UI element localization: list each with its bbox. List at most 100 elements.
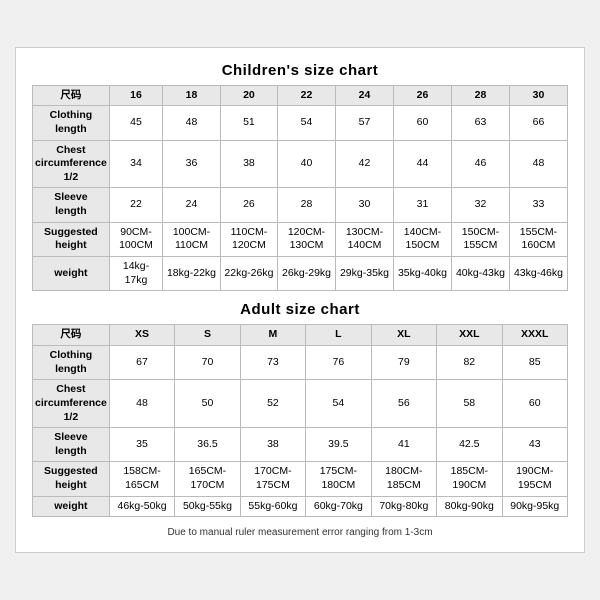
cell-0-2: 51 — [220, 106, 277, 140]
header-cell-1: XS — [109, 325, 174, 346]
row-label-1: Chest circumference 1/2 — [33, 380, 110, 428]
cell-4-2: 55kg-60kg — [240, 496, 305, 517]
cell-4-5: 80kg-90kg — [437, 496, 502, 517]
cell-4-3: 26kg-29kg — [278, 257, 336, 291]
header-cell-2: 18 — [163, 85, 221, 106]
cell-1-7: 48 — [509, 140, 567, 188]
cell-0-1: 48 — [163, 106, 221, 140]
cell-4-7: 43kg-46kg — [509, 257, 567, 291]
cell-2-1: 24 — [163, 188, 221, 222]
cell-0-6: 85 — [502, 345, 567, 379]
cell-1-4: 42 — [336, 140, 394, 188]
cell-1-1: 36 — [163, 140, 221, 188]
cell-1-0: 48 — [109, 380, 174, 428]
table-row: weight14kg-17kg18kg-22kg22kg-26kg26kg-29… — [33, 257, 568, 291]
cell-4-6: 90kg-95kg — [502, 496, 567, 517]
cell-4-5: 35kg-40kg — [393, 257, 451, 291]
cell-3-2: 110CM-120CM — [220, 222, 277, 256]
cell-2-1: 36.5 — [175, 428, 240, 462]
cell-1-6: 46 — [451, 140, 509, 188]
cell-0-2: 73 — [240, 345, 305, 379]
row-label-4: weight — [33, 257, 110, 291]
cell-2-0: 22 — [109, 188, 162, 222]
cell-2-7: 33 — [509, 188, 567, 222]
cell-3-0: 158CM-165CM — [109, 462, 174, 496]
header-cell-8: 30 — [509, 85, 567, 106]
cell-3-0: 90CM-100CM — [109, 222, 162, 256]
header-cell-3: 20 — [220, 85, 277, 106]
cell-2-3: 39.5 — [306, 428, 371, 462]
header-cell-7: XXXL — [502, 325, 567, 346]
adult-chart-title: Adult size chart — [32, 301, 568, 318]
cell-2-2: 26 — [220, 188, 277, 222]
cell-2-3: 28 — [278, 188, 336, 222]
children-table: 尺码1618202224262830 Clothing length454851… — [32, 85, 568, 292]
cell-2-5: 42.5 — [437, 428, 502, 462]
cell-4-0: 46kg-50kg — [109, 496, 174, 517]
table-row: Sleeve length3536.53839.54142.543 — [33, 428, 568, 462]
cell-4-6: 40kg-43kg — [451, 257, 509, 291]
header-cell-0: 尺码 — [33, 85, 110, 106]
cell-0-6: 63 — [451, 106, 509, 140]
size-chart-container: Children's size chart 尺码1618202224262830… — [15, 47, 585, 554]
children-chart-title: Children's size chart — [32, 62, 568, 79]
cell-4-3: 60kg-70kg — [306, 496, 371, 517]
row-label-3: Suggested height — [33, 222, 110, 256]
cell-0-3: 76 — [306, 345, 371, 379]
cell-0-5: 60 — [393, 106, 451, 140]
note-text: Due to manual ruler measurement error ra… — [32, 527, 568, 538]
table-row: weight46kg-50kg50kg-55kg55kg-60kg60kg-70… — [33, 496, 568, 517]
cell-3-1: 100CM-110CM — [163, 222, 221, 256]
cell-3-3: 175CM-180CM — [306, 462, 371, 496]
row-label-2: Sleeve length — [33, 188, 110, 222]
header-cell-5: 24 — [336, 85, 394, 106]
header-cell-6: XXL — [437, 325, 502, 346]
cell-1-6: 60 — [502, 380, 567, 428]
cell-2-4: 30 — [336, 188, 394, 222]
cell-4-2: 22kg-26kg — [220, 257, 277, 291]
header-cell-4: 22 — [278, 85, 336, 106]
row-label-4: weight — [33, 496, 110, 517]
cell-0-0: 67 — [109, 345, 174, 379]
cell-3-4: 180CM-185CM — [371, 462, 436, 496]
header-cell-3: M — [240, 325, 305, 346]
cell-3-2: 170CM-175CM — [240, 462, 305, 496]
cell-3-7: 155CM-160CM — [509, 222, 567, 256]
row-label-1: Chest circumference 1/2 — [33, 140, 110, 188]
cell-4-1: 50kg-55kg — [175, 496, 240, 517]
cell-4-0: 14kg-17kg — [109, 257, 162, 291]
row-label-0: Clothing length — [33, 106, 110, 140]
cell-3-5: 140CM-150CM — [393, 222, 451, 256]
cell-1-3: 40 — [278, 140, 336, 188]
cell-2-0: 35 — [109, 428, 174, 462]
row-label-0: Clothing length — [33, 345, 110, 379]
cell-1-5: 44 — [393, 140, 451, 188]
cell-0-4: 57 — [336, 106, 394, 140]
cell-1-5: 58 — [437, 380, 502, 428]
cell-1-3: 54 — [306, 380, 371, 428]
header-cell-7: 28 — [451, 85, 509, 106]
cell-4-4: 29kg-35kg — [336, 257, 394, 291]
table-row: Clothing length4548515457606366 — [33, 106, 568, 140]
cell-0-5: 82 — [437, 345, 502, 379]
cell-2-6: 32 — [451, 188, 509, 222]
cell-0-4: 79 — [371, 345, 436, 379]
row-label-2: Sleeve length — [33, 428, 110, 462]
header-cell-1: 16 — [109, 85, 162, 106]
header-cell-2: S — [175, 325, 240, 346]
header-cell-4: L — [306, 325, 371, 346]
adult-table: 尺码XSSMLXLXXLXXXL Clothing length67707376… — [32, 324, 568, 517]
cell-0-3: 54 — [278, 106, 336, 140]
cell-0-0: 45 — [109, 106, 162, 140]
adult-header-row: 尺码XSSMLXLXXLXXXL — [33, 325, 568, 346]
cell-2-4: 41 — [371, 428, 436, 462]
cell-3-6: 150CM-155CM — [451, 222, 509, 256]
cell-3-1: 165CM-170CM — [175, 462, 240, 496]
cell-2-5: 31 — [393, 188, 451, 222]
cell-3-4: 130CM-140CM — [336, 222, 394, 256]
table-row: Sleeve length2224262830313233 — [33, 188, 568, 222]
cell-4-1: 18kg-22kg — [163, 257, 221, 291]
cell-2-6: 43 — [502, 428, 567, 462]
cell-2-2: 38 — [240, 428, 305, 462]
row-label-3: Suggested height — [33, 462, 110, 496]
